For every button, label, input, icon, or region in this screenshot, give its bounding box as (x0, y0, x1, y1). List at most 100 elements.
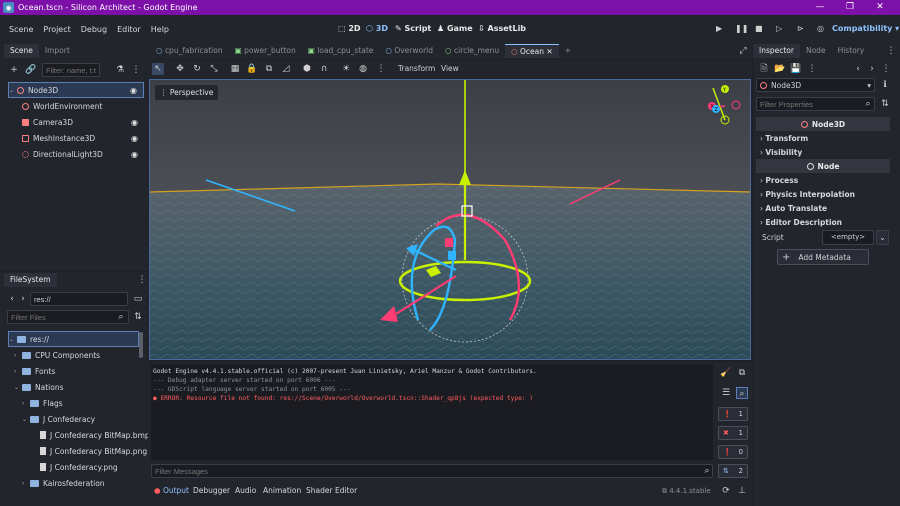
inspector-menu-icon[interactable]: ⋮ (885, 45, 897, 57)
sort-icon[interactable]: ⇅ (879, 98, 891, 110)
expand-arrow-icon[interactable]: › (14, 368, 22, 375)
expand-arrow-icon[interactable]: › (22, 400, 30, 407)
add-node-icon[interactable]: + (8, 64, 20, 76)
sun-icon[interactable]: ☀ (340, 63, 352, 75)
tree-node-directionallight3d[interactable]: DirectionalLight3D ◉ (22, 146, 144, 162)
fs-item-bitmap-png[interactable]: J Confederacy BitMap.png (40, 443, 147, 459)
tab-debugger[interactable]: Debugger (193, 484, 230, 498)
section-editor-description[interactable]: › Editor Description (760, 215, 890, 229)
section-visibility[interactable]: › Visibility (760, 145, 890, 159)
scene-filter-input[interactable] (42, 63, 100, 77)
renderer-select[interactable]: Compatibility ▾ (832, 15, 899, 43)
xy-plane-handle[interactable] (445, 238, 453, 247)
fs-item-fonts[interactable]: › Fonts (14, 363, 55, 379)
viewport-menu-icon[interactable]: ⋮ (375, 63, 387, 75)
tab-circle-menu[interactable]: ○ circle_menu (439, 44, 505, 58)
console-error-line[interactable]: ● ERROR: Resource file not found: res://… (153, 395, 533, 402)
yz-plane-handle[interactable] (448, 251, 456, 260)
tab-animation[interactable]: Animation (263, 484, 301, 498)
collapse-arrow-icon[interactable]: ⌄ (22, 416, 30, 423)
tree-node-worldenvironment[interactable]: WorldEnvironment (22, 98, 144, 114)
expand-arrow-icon[interactable]: › (22, 480, 30, 487)
history-forward-icon[interactable]: › (866, 63, 878, 75)
load-resource-icon[interactable]: 📂 (774, 63, 786, 75)
tree-node-meshinstance3d[interactable]: MeshInstance3D ◉ (22, 130, 144, 146)
fs-item-flags[interactable]: › Flags (22, 395, 63, 411)
perspective-menu[interactable]: ⋮ Perspective (155, 85, 219, 100)
section-auto-translate[interactable]: › Auto Translate (760, 201, 890, 215)
scale-tool-icon[interactable]: ⤡ (208, 63, 220, 75)
filesystem-menu-icon[interactable]: ⋮ (136, 274, 148, 286)
3d-viewport[interactable]: Y X Z ⋮ Perspective (149, 79, 751, 360)
play-scene-icon[interactable]: ▷ (776, 15, 782, 43)
filter-warnings-button[interactable]: ❗ 0 (718, 445, 748, 459)
tab-cpu-fabrication[interactable]: ○ cpu_fabrication (150, 44, 229, 58)
tab-overworld[interactable]: ○ Overworld (379, 44, 439, 58)
fs-item-j-confederacy[interactable]: ⌄ J Confederacy (22, 411, 95, 427)
section-physics-interpolation[interactable]: › Physics Interpolation (760, 187, 890, 201)
movie-icon[interactable]: ◎ (817, 15, 824, 43)
tab-output[interactable]: ● Output (154, 484, 189, 498)
menu-project[interactable]: Project (38, 25, 75, 34)
workspace-script[interactable]: ✎ Script (395, 15, 431, 43)
rotate-tool-icon[interactable]: ↻ (191, 63, 203, 75)
stop-icon[interactable]: ■ (755, 15, 763, 43)
tab-node[interactable]: Node (800, 44, 832, 58)
filter-messages-input[interactable] (151, 464, 713, 478)
filter-messages-button[interactable]: ❗ 1 (718, 407, 748, 421)
instance-icon[interactable]: ⚗ (114, 64, 126, 76)
object-history-icon[interactable]: ⋮ (880, 63, 892, 75)
expand-arrow-icon[interactable]: › (14, 352, 22, 359)
script-dropdown-icon[interactable]: ⌄ (876, 230, 889, 245)
view-menu[interactable]: View (441, 64, 459, 73)
collapse-arrow-icon[interactable]: ⌄ (9, 87, 17, 94)
maximize-button[interactable]: ❐ (836, 0, 864, 15)
tab-scene[interactable]: Scene (4, 44, 39, 58)
menu-help[interactable]: Help (146, 25, 174, 34)
fs-item-j-confederacy-png[interactable]: J Confederacy.png (40, 459, 118, 475)
tab-shader-editor[interactable]: Shader Editor (306, 484, 357, 498)
tab-power-button[interactable]: ▣ power_button (229, 44, 302, 58)
selected-node-select[interactable]: Node3D ▾ (756, 78, 875, 92)
play-custom-icon[interactable]: ⊳ (797, 15, 804, 43)
move-tool-icon[interactable]: ✥ (174, 63, 186, 75)
visibility-eye-icon[interactable]: ◉ (131, 134, 138, 143)
menu-scene[interactable]: Scene (4, 25, 38, 34)
selectable-icon[interactable]: ▦ (229, 63, 241, 75)
tab-load-cpu-state[interactable]: ▣ load_cpu_state (302, 44, 380, 58)
menu-editor[interactable]: Editor (112, 25, 146, 34)
filter-properties-input[interactable] (756, 97, 875, 111)
tree-node-camera3d[interactable]: Camera3D ◉ (22, 114, 144, 130)
add-metadata-button[interactable]: + Add Metadata (777, 249, 869, 265)
workspace-3d[interactable]: ⬡ 3D (366, 15, 388, 43)
split-view-icon[interactable]: ▭ (132, 293, 144, 305)
menu-debug[interactable]: Debug (76, 25, 112, 34)
pause-icon[interactable]: ❚❚ (735, 15, 748, 43)
collapse-icon[interactable]: ☰ (720, 387, 732, 399)
fs-item-cpu-components[interactable]: › CPU Components (14, 347, 100, 363)
resource-menu-icon[interactable]: ⋮ (806, 63, 818, 75)
filter-files-input[interactable] (7, 310, 129, 324)
sort-icon[interactable]: ⇅ (132, 311, 144, 323)
filesystem-scrollbar[interactable] (139, 332, 143, 358)
section-transform[interactable]: › Transform (760, 131, 890, 145)
path-field[interactable] (30, 292, 128, 306)
clear-output-icon[interactable]: 🧹 (720, 367, 732, 379)
environment-icon[interactable]: ◍ (357, 63, 369, 75)
tab-ocean[interactable]: ○ Ocean ✕ (505, 44, 559, 58)
tree-node-node3d[interactable]: ⌄ Node3D ◉ (8, 82, 144, 98)
close-button[interactable]: ✕ (866, 0, 894, 15)
minimize-button[interactable]: — (806, 0, 834, 15)
visibility-eye-icon[interactable]: ◉ (131, 118, 138, 127)
fs-item-nations[interactable]: ⌄ Nations (14, 379, 63, 395)
tab-import[interactable]: Import (39, 44, 76, 58)
tab-history[interactable]: History (832, 44, 871, 58)
collapse-arrow-icon[interactable]: ⌄ (14, 384, 22, 391)
fs-item-root[interactable]: ⌄ res:// (8, 331, 139, 347)
lock-icon[interactable]: 🔒 (246, 63, 258, 75)
ruler-icon[interactable]: ◿ (280, 63, 292, 75)
viewport-scene[interactable]: Y X Z (150, 80, 750, 359)
transform-menu[interactable]: Transform (398, 64, 435, 73)
select-tool-icon[interactable]: ↖ (152, 63, 164, 75)
tab-audio[interactable]: Audio (235, 484, 256, 498)
